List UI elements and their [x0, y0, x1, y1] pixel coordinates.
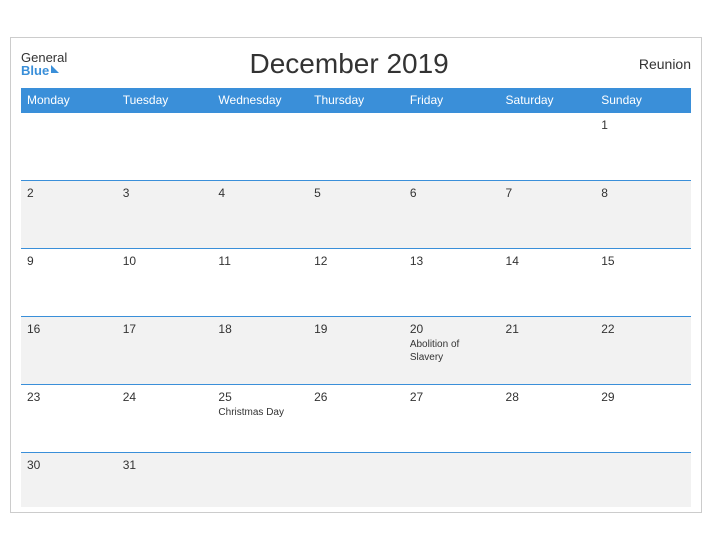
day-number: 12	[314, 254, 398, 268]
calendar-day-cell: 14	[500, 248, 596, 316]
day-number: 9	[27, 254, 111, 268]
calendar-day-cell: 28	[500, 384, 596, 452]
day-number: 3	[123, 186, 207, 200]
calendar-day-cell	[212, 112, 308, 180]
calendar-day-cell: 5	[308, 180, 404, 248]
day-number: 19	[314, 322, 398, 336]
calendar-day-cell: 30	[21, 452, 117, 507]
calendar-day-cell: 23	[21, 384, 117, 452]
calendar-week-row: 23 24 25 Christmas Day 26 27 28 29	[21, 384, 691, 452]
day-number: 30	[27, 458, 111, 472]
calendar-day-cell: 22	[595, 316, 691, 384]
day-number: 13	[410, 254, 494, 268]
calendar-day-cell	[500, 112, 596, 180]
calendar-region: Reunion	[631, 56, 691, 72]
calendar-day-cell: 24	[117, 384, 213, 452]
day-number: 22	[601, 322, 685, 336]
weekday-header-row: Monday Tuesday Wednesday Thursday Friday…	[21, 88, 691, 113]
day-number: 10	[123, 254, 207, 268]
calendar-week-row: 30 31	[21, 452, 691, 507]
calendar-day-cell: 12	[308, 248, 404, 316]
calendar-week-row: 16 17 18 19 20 Abolition of Slavery 21 22	[21, 316, 691, 384]
header-wednesday: Wednesday	[212, 88, 308, 113]
day-number: 1	[601, 118, 685, 132]
calendar-day-cell: 21	[500, 316, 596, 384]
logo-blue-text: Blue	[21, 64, 59, 77]
day-number: 18	[218, 322, 302, 336]
calendar-day-cell	[308, 112, 404, 180]
calendar-day-cell: 31	[117, 452, 213, 507]
calendar-day-cell	[308, 452, 404, 507]
calendar-day-cell	[212, 452, 308, 507]
calendar-day-cell: 15	[595, 248, 691, 316]
calendar-day-cell	[595, 452, 691, 507]
day-number: 2	[27, 186, 111, 200]
calendar-week-row: 2345678	[21, 180, 691, 248]
calendar-week-row: 1	[21, 112, 691, 180]
calendar-day-cell: 1	[595, 112, 691, 180]
calendar-day-cell: 27	[404, 384, 500, 452]
calendar-day-cell: 6	[404, 180, 500, 248]
day-number: 27	[410, 390, 494, 404]
day-number: 24	[123, 390, 207, 404]
calendar-day-cell: 17	[117, 316, 213, 384]
header-sunday: Sunday	[595, 88, 691, 113]
calendar-day-cell	[117, 112, 213, 180]
calendar-day-cell: 9	[21, 248, 117, 316]
calendar-week-row: 9 10 11 12 13 14 15	[21, 248, 691, 316]
calendar-day-cell: 11	[212, 248, 308, 316]
calendar-day-cell	[21, 112, 117, 180]
calendar-day-cell	[404, 112, 500, 180]
calendar-day-cell: 26	[308, 384, 404, 452]
calendar-day-cell: 4	[212, 180, 308, 248]
day-number: 11	[218, 254, 302, 268]
calendar-day-cell: 19	[308, 316, 404, 384]
calendar-container: General Blue December 2019 Reunion Monda…	[10, 37, 702, 514]
calendar-day-cell: 20 Abolition of Slavery	[404, 316, 500, 384]
calendar-day-cell: 18	[212, 316, 308, 384]
calendar-title: December 2019	[67, 48, 631, 80]
calendar-day-cell: 8	[595, 180, 691, 248]
calendar-grid: Monday Tuesday Wednesday Thursday Friday…	[21, 88, 691, 508]
calendar-header: General Blue December 2019 Reunion	[21, 48, 691, 80]
day-number: 8	[601, 186, 685, 200]
day-number: 4	[218, 186, 302, 200]
day-number: 5	[314, 186, 398, 200]
calendar-day-cell: 7	[500, 180, 596, 248]
header-monday: Monday	[21, 88, 117, 113]
logo-general-text: General	[21, 51, 67, 64]
event-text: Christmas Day	[218, 406, 302, 419]
day-number: 14	[506, 254, 590, 268]
calendar-day-cell: 29	[595, 384, 691, 452]
logo: General Blue	[21, 51, 67, 77]
event-text: Abolition of Slavery	[410, 338, 494, 364]
header-thursday: Thursday	[308, 88, 404, 113]
day-number: 7	[506, 186, 590, 200]
calendar-day-cell: 25 Christmas Day	[212, 384, 308, 452]
header-tuesday: Tuesday	[117, 88, 213, 113]
calendar-day-cell	[500, 452, 596, 507]
day-number: 6	[410, 186, 494, 200]
calendar-day-cell: 16	[21, 316, 117, 384]
calendar-day-cell: 3	[117, 180, 213, 248]
day-number: 17	[123, 322, 207, 336]
header-saturday: Saturday	[500, 88, 596, 113]
day-number: 26	[314, 390, 398, 404]
calendar-day-cell	[404, 452, 500, 507]
day-number: 28	[506, 390, 590, 404]
day-number: 31	[123, 458, 207, 472]
day-number: 16	[27, 322, 111, 336]
header-friday: Friday	[404, 88, 500, 113]
day-number: 15	[601, 254, 685, 268]
logo-triangle-icon	[51, 65, 59, 73]
calendar-day-cell: 13	[404, 248, 500, 316]
day-number: 20	[410, 322, 494, 336]
calendar-day-cell: 2	[21, 180, 117, 248]
day-number: 29	[601, 390, 685, 404]
day-number: 21	[506, 322, 590, 336]
day-number: 25	[218, 390, 302, 404]
day-number: 23	[27, 390, 111, 404]
calendar-day-cell: 10	[117, 248, 213, 316]
